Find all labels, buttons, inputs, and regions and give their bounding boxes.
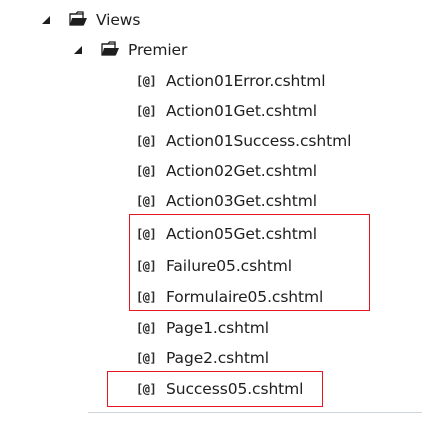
file-item-action02get[interactable]: [@] Action02Get.cshtml <box>136 157 317 185</box>
razor-file-icon: [@] <box>136 321 157 335</box>
solution-explorer-tree: Views Premier [@] Action01Error.cshtml [… <box>0 0 422 425</box>
file-label: Action01Success.cshtml <box>166 132 352 150</box>
razor-file-icon: [@] <box>136 290 157 304</box>
razor-file-icon: [@] <box>136 194 157 208</box>
razor-file-icon: [@] <box>136 104 157 118</box>
razor-file-icon: [@] <box>136 351 157 365</box>
file-label: Action03Get.cshtml <box>166 192 317 210</box>
razor-file-icon: [@] <box>136 382 157 396</box>
file-label: Action01Get.cshtml <box>166 102 317 120</box>
file-item-page2[interactable]: [@] Page2.cshtml <box>136 344 269 372</box>
folder-open-icon <box>69 11 89 27</box>
file-item-action01success[interactable]: [@] Action01Success.cshtml <box>136 127 351 155</box>
razor-file-icon: [@] <box>136 164 157 178</box>
tree-node-views[interactable]: Views <box>40 6 180 34</box>
tree-node-label: Premier <box>128 41 188 59</box>
expand-arrow-icon[interactable] <box>40 14 52 26</box>
file-item-action01get[interactable]: [@] Action01Get.cshtml <box>136 97 317 125</box>
expand-arrow-icon[interactable] <box>72 44 84 56</box>
file-label: Action02Get.cshtml <box>166 162 317 180</box>
file-label: Failure05.cshtml <box>166 257 292 275</box>
razor-file-icon: [@] <box>136 227 157 241</box>
tree-node-premier[interactable]: Premier <box>72 36 232 64</box>
file-item-formulaire05[interactable]: [@] Formulaire05.cshtml <box>136 283 323 311</box>
separator-line <box>88 412 422 413</box>
file-label: Action01Error.cshtml <box>166 72 326 90</box>
file-item-action05get[interactable]: [@] Action05Get.cshtml <box>136 220 317 248</box>
razor-file-icon: [@] <box>136 134 157 148</box>
folder-open-icon <box>101 41 121 57</box>
tree-node-label: Views <box>96 11 141 29</box>
file-label: Formulaire05.cshtml <box>166 288 324 306</box>
razor-file-icon: [@] <box>136 74 157 88</box>
file-item-action03get[interactable]: [@] Action03Get.cshtml <box>136 187 317 215</box>
file-item-failure05[interactable]: [@] Failure05.cshtml <box>136 252 292 280</box>
file-item-page1[interactable]: [@] Page1.cshtml <box>136 314 269 342</box>
razor-file-icon: [@] <box>136 259 157 273</box>
file-label: Action05Get.cshtml <box>166 225 317 243</box>
file-label: Page1.cshtml <box>166 319 270 337</box>
file-label: Success05.cshtml <box>166 380 304 398</box>
file-label: Page2.cshtml <box>166 349 270 367</box>
file-item-success05[interactable]: [@] Success05.cshtml <box>136 375 303 403</box>
file-item-action01error[interactable]: [@] Action01Error.cshtml <box>136 67 326 95</box>
